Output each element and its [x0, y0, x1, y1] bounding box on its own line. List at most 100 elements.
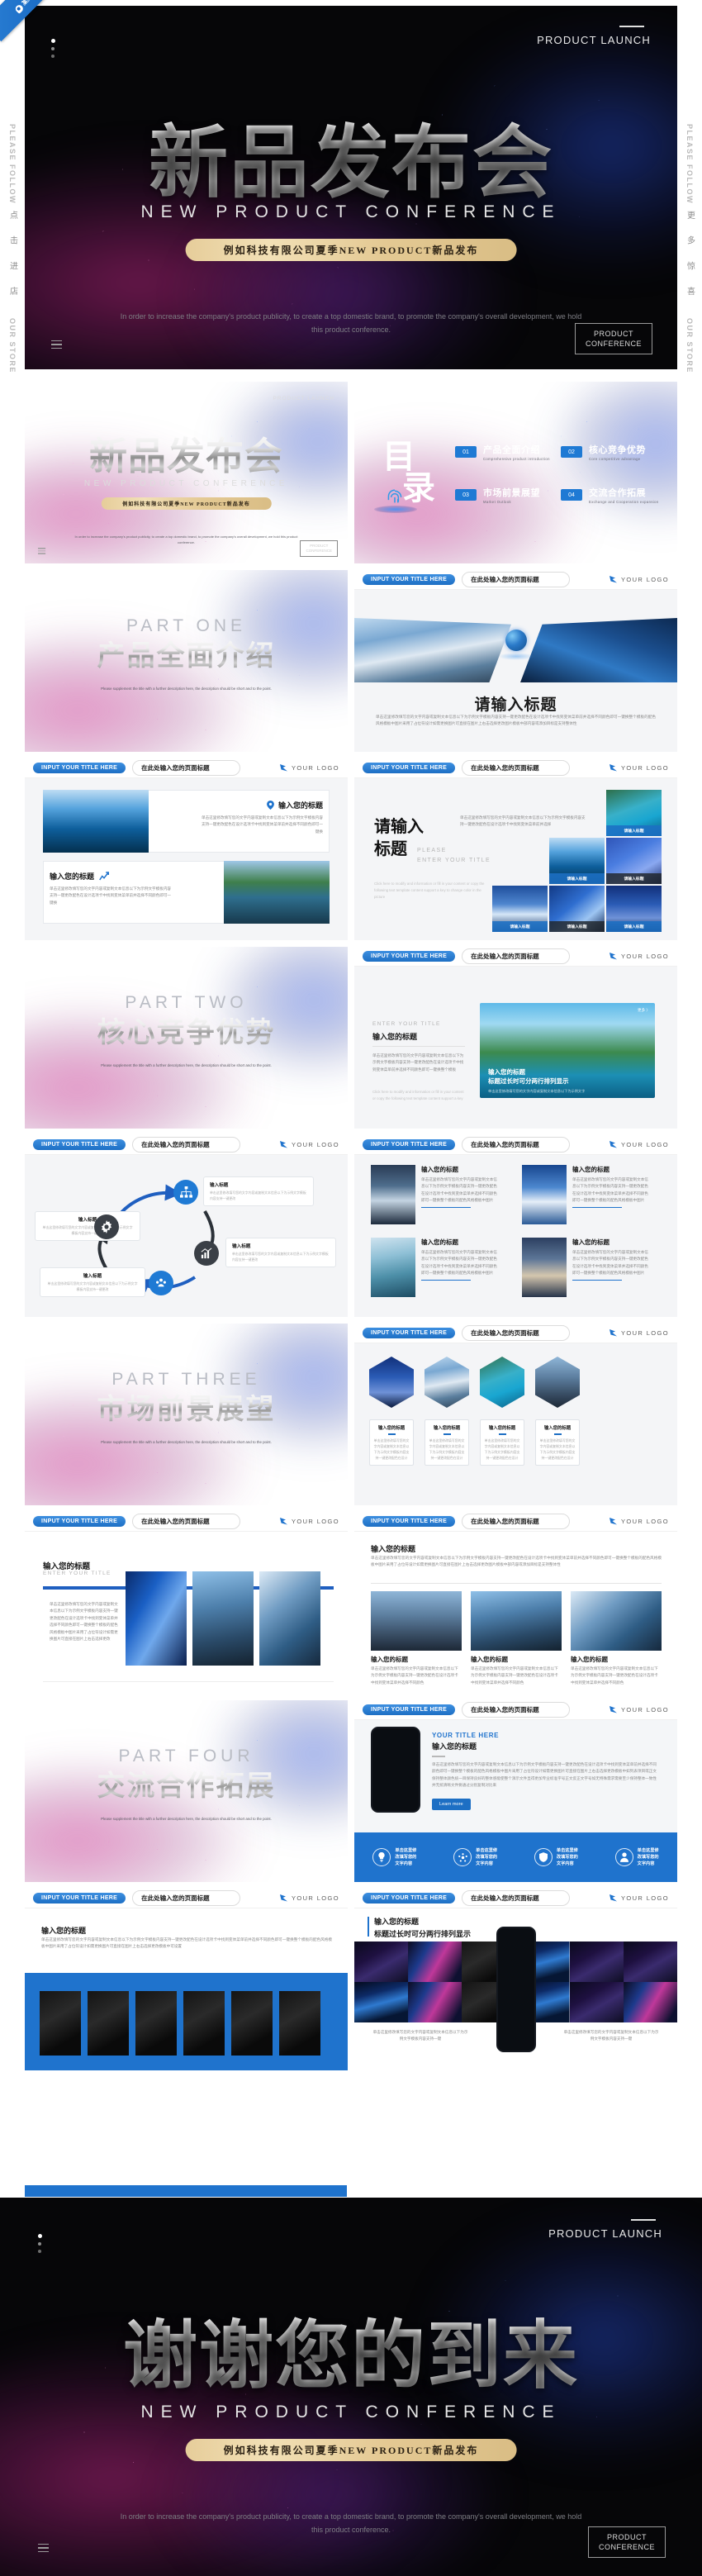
quad-image-4 — [522, 1238, 567, 1297]
gallery-tile-5[interactable]: 请输入标题 — [549, 886, 605, 932]
topbar-page-title[interactable]: 在此处输入您的页面标题 — [132, 1890, 240, 1906]
play-logo-icon — [609, 576, 617, 583]
strip-image-6 — [279, 1991, 320, 2056]
topbar-pill[interactable]: INPUT YOUR TITLE HERE — [363, 1704, 456, 1715]
cycle-box-4: 输入标题 单击这里修改填写您的文字内容或复制文本信息以下为示例文字模板内容支持一… — [35, 1211, 140, 1242]
topbar-pill[interactable]: INPUT YOUR TITLE HERE — [363, 763, 456, 773]
cycle-title-4: 输入标题 — [78, 1218, 97, 1223]
topbar-pill[interactable]: INPUT YOUR TITLE HERE — [33, 1516, 126, 1527]
slide-cycle-diagram[interactable]: INPUT YOUR TITLE HERE 在此处输入您的页面标题 YOUR L… — [25, 1135, 348, 1317]
catalog-item-4[interactable]: 04 交流合作拓展 Exchange and Cooperation expan… — [561, 486, 659, 504]
slide-hexagon-cards[interactable]: INPUT YOUR TITLE HERE 在此处输入您的页面标题 YOUR L… — [354, 1324, 677, 1505]
topbar-pill[interactable]: INPUT YOUR TITLE HERE — [363, 951, 456, 962]
slide-mosaic-phone[interactable]: INPUT YOUR TITLE HERE 在此处输入您的页面标题 YOUR L… — [354, 1889, 677, 2070]
city-paragraph: 单击这里修改填写您的文字内容或复制文本信息以下为示例文字模板内容支持一键更改配色… — [371, 1556, 662, 1567]
catalog-num-3: 03 — [455, 489, 477, 501]
topbar-pill[interactable]: INPUT YOUR TITLE HERE — [33, 1139, 126, 1150]
slide-section-two[interactable]: PART TWO 核心竞争优势 Please supplement the ti… — [25, 947, 348, 1129]
slide-topbar: INPUT YOUR TITLE HERE 在此处输入您的页面标题 YOUR L… — [25, 1512, 348, 1532]
topbar-page-title[interactable]: 在此处输入您的页面标题 — [462, 1514, 570, 1529]
cycle-title-2: 输入标题 — [232, 1244, 251, 1249]
topbar-logo-label: YOUR LOGO — [620, 576, 669, 583]
quad-title-4: 输入您的标题 — [572, 1238, 610, 1246]
slide-section-one[interactable]: PART ONE 产品全面介绍 Please supplement the ti… — [25, 570, 348, 752]
topbar-page-title[interactable]: 在此处输入您的页面标题 — [462, 1325, 570, 1341]
topbar-page-title[interactable]: 在此处输入您的页面标题 — [462, 1890, 570, 1906]
topbar-page-title[interactable]: 在此处输入您的页面标题 — [132, 1137, 240, 1153]
hex-card-1: 输入您的标题 单击这里修改填写您的文字内容或复制文本信息以下为示例文字模板内容支… — [369, 1419, 414, 1466]
phone-cn-title: 输入您的标题 — [432, 1742, 477, 1751]
topbar-pill[interactable]: INPUT YOUR TITLE HERE — [363, 1328, 456, 1338]
topbar-pill[interactable]: INPUT YOUR TITLE HERE — [33, 1893, 126, 1903]
slide-island-feature[interactable]: INPUT YOUR TITLE HERE 在此处输入您的页面标题 YOUR L… — [354, 947, 677, 1129]
two-pic-title-b: 输入您的标题 — [50, 872, 95, 881]
gallery-tile-1[interactable]: 请输入标题 — [606, 790, 662, 836]
lightbulb-icon — [372, 1848, 391, 1866]
topbar-page-title[interactable]: 在此处输入您的页面标题 — [462, 1137, 570, 1153]
gallery-tile-6[interactable]: 请输入标题 — [606, 886, 662, 932]
phone-mockup — [371, 1727, 420, 1813]
gallery-tile-2[interactable]: 请输入标题 — [549, 838, 605, 884]
gallery-caption-2: 请输入标题 — [549, 873, 605, 884]
topbar-page-title[interactable]: 在此处输入您的页面标题 — [462, 760, 570, 776]
city-card-desc-2: 单击这里修改填写您的文字内容或复制文本信息以下为示例文字模板内容支持一键更改配色… — [471, 1666, 558, 1685]
phone-icon-strip: 单击这里修 改填写您的 文字内容 单击这里修 改填写您的 文字内容 单击这里修 改填写您的… — [354, 1832, 677, 1882]
left-rail-cn-text: 点 击 进 店 — [7, 211, 17, 303]
slide-phone-feature[interactable]: INPUT YOUR TITLE HERE 在此处输入您的页面标题 YOUR L… — [354, 1700, 677, 1882]
quad-cell-3: 输入您的标题 单击这里修改填写您的文字内容或复制文本信息以下为示例文字模板内容支… — [371, 1238, 499, 1297]
catalog-item-2[interactable]: 02 核心竞争优势 Core competitive advantage — [561, 443, 646, 461]
slide-topbar: INPUT YOUR TITLE HERE 在此处输入您的页面标题 YOUR L… — [25, 758, 348, 778]
two-pic-image-b — [224, 861, 330, 924]
topbar-page-title[interactable]: 在此处输入您的页面标题 — [132, 1514, 240, 1529]
island-image: 更多 〉 输入您的标题 标题过长时可分两行排列显示 单击这里修改填写您的文字内容… — [480, 1003, 655, 1098]
topbar-pill[interactable]: INPUT YOUR TITLE HERE — [363, 1893, 456, 1903]
cycle-desc-4: 单击这里修改填写您的文字内容或复制文本信息以下为示例文字模板内容支持一键更改 — [42, 1225, 133, 1236]
slide-triple-vertical[interactable]: INPUT YOUR TITLE HERE 在此处输入您的页面标题 YOUR L… — [25, 1512, 348, 1694]
icon-item-1[interactable]: 单击这里修 改填写您的 文字内容 — [354, 1832, 435, 1882]
quad-title-1: 输入您的标题 — [421, 1166, 458, 1173]
gallery-en-line1: PLEASE — [417, 848, 447, 853]
topbar-logo: YOUR LOGO — [279, 1894, 339, 1902]
store-ribbon-label: 某某网 — [20, 0, 38, 7]
topbar-page-title[interactable]: 在此处输入您的页面标题 — [462, 948, 570, 964]
slide-gallery[interactable]: INPUT YOUR TITLE HERE 在此处输入您的页面标题 YOUR L… — [354, 758, 677, 940]
slide-catalog-thumb[interactable]: 目 录 01 产品全面介绍 Comprehensive product intr… — [354, 382, 677, 563]
slide-dark-strip[interactable]: INPUT YOUR TITLE HERE 在此处输入您的页面标题 YOUR L… — [25, 1889, 348, 2070]
icon-item-3[interactable]: 单击这里修 改填写您的 文字内容 — [516, 1832, 597, 1882]
strip-blue-panel — [25, 1973, 348, 2070]
gallery-tile-3[interactable]: 请输入标题 — [606, 838, 662, 884]
slide-globe-split[interactable]: INPUT YOUR TITLE HERE 在此处输入您的页面标题 YOUR L… — [354, 570, 677, 752]
topbar-logo-label: YOUR LOGO — [291, 1518, 339, 1525]
catalog-item-3[interactable]: 03 市场前景展望 Market Outlook — [455, 486, 540, 504]
topbar-page-title[interactable]: 在此处输入您的页面标题 — [132, 760, 240, 776]
island-more-link[interactable]: 更多 〉 — [638, 1008, 650, 1013]
triple-image-2 — [192, 1571, 254, 1666]
icon-item-2[interactable]: 单击这里修 改填写您的 文字内容 — [435, 1832, 516, 1882]
slide-two-picture[interactable]: INPUT YOUR TITLE HERE 在此处输入您的页面标题 YOUR L… — [25, 758, 348, 940]
learn-more-button[interactable]: Learn more — [432, 1798, 471, 1810]
topbar-logo-label: YOUR LOGO — [291, 1141, 339, 1148]
icon-label-3: 单击这里修 改填写您的 文字内容 — [556, 1847, 578, 1867]
footer-gold-pill: 例如科技有限公司夏季NEW PRODUCT新品发布 — [185, 2439, 517, 2461]
topbar-pill[interactable]: INPUT YOUR TITLE HERE — [363, 1516, 456, 1527]
slide-three-city-cards[interactable]: INPUT YOUR TITLE HERE 在此处输入您的页面标题 YOUR L… — [354, 1512, 677, 1694]
slide-title-thumb[interactable]: PRODUCT LAUNCH 新品发布会 NEW PRODUCT CONFERE… — [25, 382, 348, 563]
topbar-pill[interactable]: INPUT YOUR TITLE HERE — [363, 1139, 456, 1150]
catalog-item-1[interactable]: 01 产品全面介绍 Comprehensive product introduc… — [455, 443, 550, 461]
slide-quad-grid[interactable]: INPUT YOUR TITLE HERE 在此处输入您的页面标题 YOUR L… — [354, 1135, 677, 1317]
hex-title-2: 输入您的标题 — [433, 1426, 461, 1431]
globe-paragraph: 单击这里修改填写您的文字内容或复制文本信息以下为示例文字模板内容支持一键更改配色… — [376, 715, 656, 726]
slide-topbar: INPUT YOUR TITLE HERE 在此处输入您的页面标题 YOUR L… — [354, 1135, 677, 1155]
slide-section-three[interactable]: PART THREE 市场前景展望 Please supplement the … — [25, 1324, 348, 1505]
shield-icon — [534, 1848, 553, 1866]
city-title-cn: 输入您的标题 — [371, 1545, 416, 1553]
topbar-page-title[interactable]: 在此处输入您的页面标题 — [462, 572, 570, 587]
slide-section-four[interactable]: PART FOUR 交流合作拓展 Please supplement the t… — [25, 1700, 348, 1882]
hex-title-3: 输入您的标题 — [488, 1426, 516, 1431]
gallery-tile-4[interactable]: 请输入标题 — [492, 886, 548, 932]
section-one-sub: Please supplement the title with a furth… — [101, 687, 272, 691]
topbar-pill[interactable]: INPUT YOUR TITLE HERE — [363, 574, 456, 585]
icon-item-4[interactable]: 单击这里修 改填写您的 文字内容 — [596, 1832, 677, 1882]
topbar-page-title[interactable]: 在此处输入您的页面标题 — [462, 1702, 570, 1718]
topbar-pill[interactable]: INPUT YOUR TITLE HERE — [33, 763, 126, 773]
